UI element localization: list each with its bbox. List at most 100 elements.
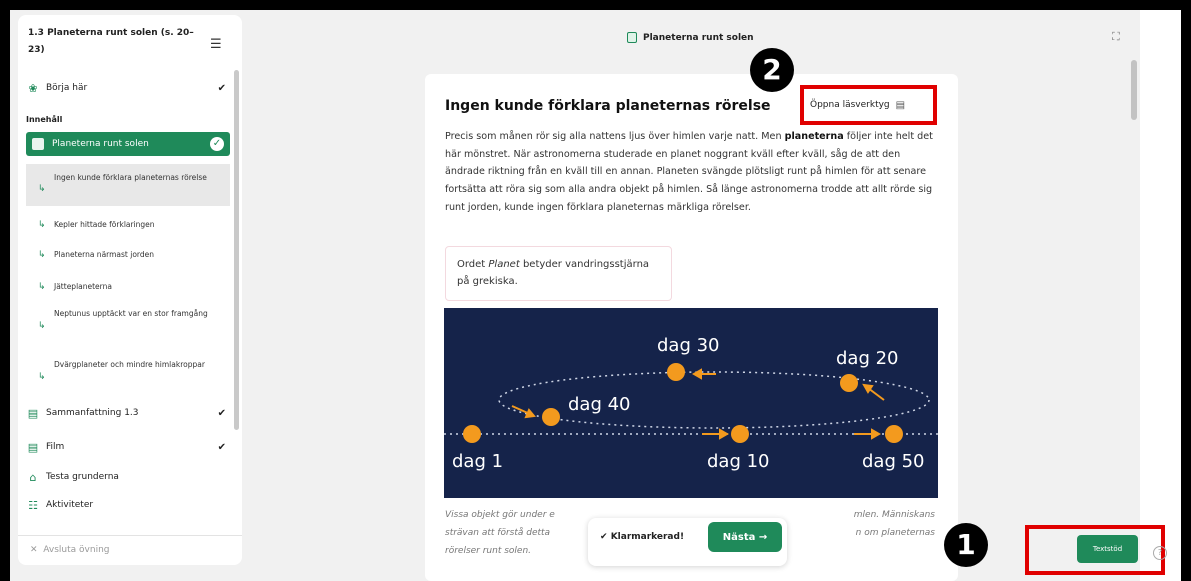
sidebar-subitem[interactable]: ↳ Neptunus upptäckt var en stor framgång: [26, 307, 226, 331]
caption-text: mlen. Människans: [853, 510, 935, 520]
caption-text: Vissa objekt gör under e: [445, 510, 555, 520]
figure-label: dag 1: [452, 451, 503, 472]
planet-motion-figure: dag 1 dag 10 dag 20 dag 30 dag 40 dag 50: [444, 308, 938, 498]
sidebar-item-label: Aktiviteter: [46, 500, 94, 510]
caption-text: strävan att förstå detta: [445, 528, 551, 538]
check-icon: ✔: [217, 407, 226, 419]
subitem-arrow-icon: ↳: [38, 282, 46, 292]
check-icon: ✔: [217, 441, 226, 453]
note-text: Ordet: [457, 259, 489, 270]
sidebar-item-label: Testa grunderna: [46, 472, 119, 482]
planet-dot: [731, 425, 749, 443]
document-icon: [627, 32, 637, 43]
sidebar-item-film[interactable]: ▤ Film ✔: [26, 440, 230, 454]
article-paragraph: Precis som månen rör sig alla nattens lj…: [445, 128, 935, 217]
sidebar-scrollbar[interactable]: [234, 70, 239, 430]
help-icon[interactable]: ?: [1153, 546, 1167, 560]
right-margin: [1140, 10, 1181, 581]
caption-text: n om planeternas: [855, 528, 935, 538]
read-tool-label: Öppna läsverktyg: [810, 100, 890, 110]
subitem-label: Ingen kunde förklara planeternas rörelse: [54, 173, 207, 182]
planet-dot: [542, 408, 560, 426]
check-circle-icon: ✓: [210, 137, 224, 151]
sidebar-item-label: Planeterna runt solen: [52, 139, 149, 149]
fullscreen-icon[interactable]: ⛶: [1112, 30, 1120, 44]
sidebar-item-label: Sammanfattning 1.3: [46, 408, 139, 418]
exit-label: Avsluta övning: [43, 545, 110, 555]
text-support-button[interactable]: Textstöd: [1077, 535, 1138, 563]
definition-note: Ordet Planet betyder vandringsstjärna på…: [445, 246, 672, 301]
open-read-tool-button[interactable]: Öppna läsverktyg ▤: [800, 85, 937, 125]
figure-label: dag 40: [568, 394, 631, 415]
sidebar-item-testa-grunderna[interactable]: ⌂ Testa grunderna: [26, 470, 230, 484]
exit-exercise-button[interactable]: ✕ Avsluta övning: [18, 535, 242, 565]
sidebar-item-borja-har[interactable]: ❀ Börja här ✔: [26, 81, 230, 95]
sidebar-subitem[interactable]: ↳ Ingen kunde förklara planeternas rörel…: [26, 164, 230, 206]
sidebar-subitem[interactable]: ↳ Planeterna närmast jorden: [26, 248, 230, 262]
annotation-badge-2: 2: [750, 48, 794, 92]
motion-arrow-head: [719, 428, 730, 440]
subitem-label: Neptunus upptäckt var en stor framgång: [54, 309, 208, 318]
list-icon: ☷: [28, 498, 38, 512]
subitem-arrow-icon: ↳: [38, 372, 46, 382]
article-heading: Ingen kunde förklara planeternas rörelse: [445, 98, 771, 114]
paragraph-text: följer inte helt det här mönstret. När a…: [445, 131, 933, 213]
planet-dot: [885, 425, 903, 443]
motion-arrow-head: [871, 428, 882, 440]
motion-arrow-head: [691, 368, 702, 380]
main-scrollbar[interactable]: [1131, 60, 1137, 120]
paragraph-bold: planeterna: [784, 131, 844, 142]
sidebar-subitem[interactable]: ↳ Jätteplaneterna: [26, 280, 230, 294]
close-icon: ✕: [30, 545, 38, 555]
leaf-icon: ❀: [28, 81, 38, 95]
planet-motion-svg: dag 1 dag 10 dag 20 dag 30 dag 40 dag 50: [444, 335, 938, 472]
sidebar-item-aktiviteter[interactable]: ☷ Aktiviteter: [26, 498, 230, 512]
figure-label: dag 10: [707, 451, 770, 472]
figure-label: dag 50: [862, 451, 925, 472]
subitem-arrow-icon: ↳: [38, 321, 46, 331]
marked-complete-status: ✔ Klarmarkerad!: [600, 532, 684, 542]
subitem-label: Kepler hittade förklaringen: [54, 220, 155, 229]
planet-dot: [840, 374, 858, 392]
subitem-label: Jätteplaneterna: [54, 282, 112, 291]
planet-dot: [667, 363, 685, 381]
caption-text: rörelser runt solen.: [445, 546, 532, 556]
sidebar-item-sammanfattning[interactable]: ▤ Sammanfattning 1.3 ✔: [26, 406, 230, 420]
video-icon: ▤: [27, 440, 39, 454]
sidebar-item-label: Börja här: [46, 83, 88, 93]
page-title: Planeterna runt solen: [627, 32, 754, 43]
read-tool-icon: ▤: [895, 99, 906, 111]
next-button[interactable]: Nästa →: [708, 522, 782, 552]
check-icon: ✔: [217, 82, 226, 94]
check-icon: ✔: [600, 532, 608, 542]
subitem-label: Dvärgplaneter och mindre himlakroppar: [54, 360, 205, 369]
sidebar-subitem[interactable]: ↳ Dvärgplaneter och mindre himlakroppar: [26, 358, 226, 382]
paragraph-text: Precis som månen rör sig alla nattens lj…: [445, 131, 782, 142]
section-label: Innehåll: [26, 115, 63, 124]
sidebar-title: 1.3 Planeterna runt solen (s. 20–23): [28, 28, 194, 55]
arrow-right-icon: →: [758, 531, 768, 543]
subitem-arrow-icon: ↳: [38, 220, 46, 230]
collapse-menu-icon[interactable]: ☰: [210, 37, 222, 52]
document-icon: [32, 138, 44, 150]
path-dotted-ellipse: [498, 371, 930, 429]
document-icon: ▤: [27, 406, 39, 420]
sidebar-item-label: Film: [46, 442, 65, 452]
figure-label: dag 20: [836, 348, 899, 369]
subitem-label: Planeterna närmast jorden: [54, 250, 154, 259]
sidebar-subitem[interactable]: ↳ Kepler hittade förklaringen: [26, 218, 230, 232]
figure-label: dag 30: [657, 335, 720, 356]
subitem-arrow-icon: ↳: [38, 250, 46, 260]
quiz-icon: ⌂: [29, 470, 37, 484]
marked-label: Klarmarkerad!: [610, 532, 685, 542]
annotation-badge-1: 1: [944, 523, 988, 567]
right-border: [1181, 0, 1191, 581]
sidebar-header: 1.3 Planeterna runt solen (s. 20–23) ☰: [18, 15, 242, 70]
next-label: Nästa: [722, 531, 756, 543]
planet-dot: [463, 425, 481, 443]
sidebar: 1.3 Planeterna runt solen (s. 20–23) ☰ ❀…: [18, 15, 242, 565]
page-title-text: Planeterna runt solen: [643, 32, 754, 43]
motion-arrow-head: [524, 408, 536, 419]
subitem-arrow-icon: ↳: [38, 184, 46, 194]
sidebar-item-planeterna-runt-solen[interactable]: Planeterna runt solen ✓: [26, 132, 230, 156]
